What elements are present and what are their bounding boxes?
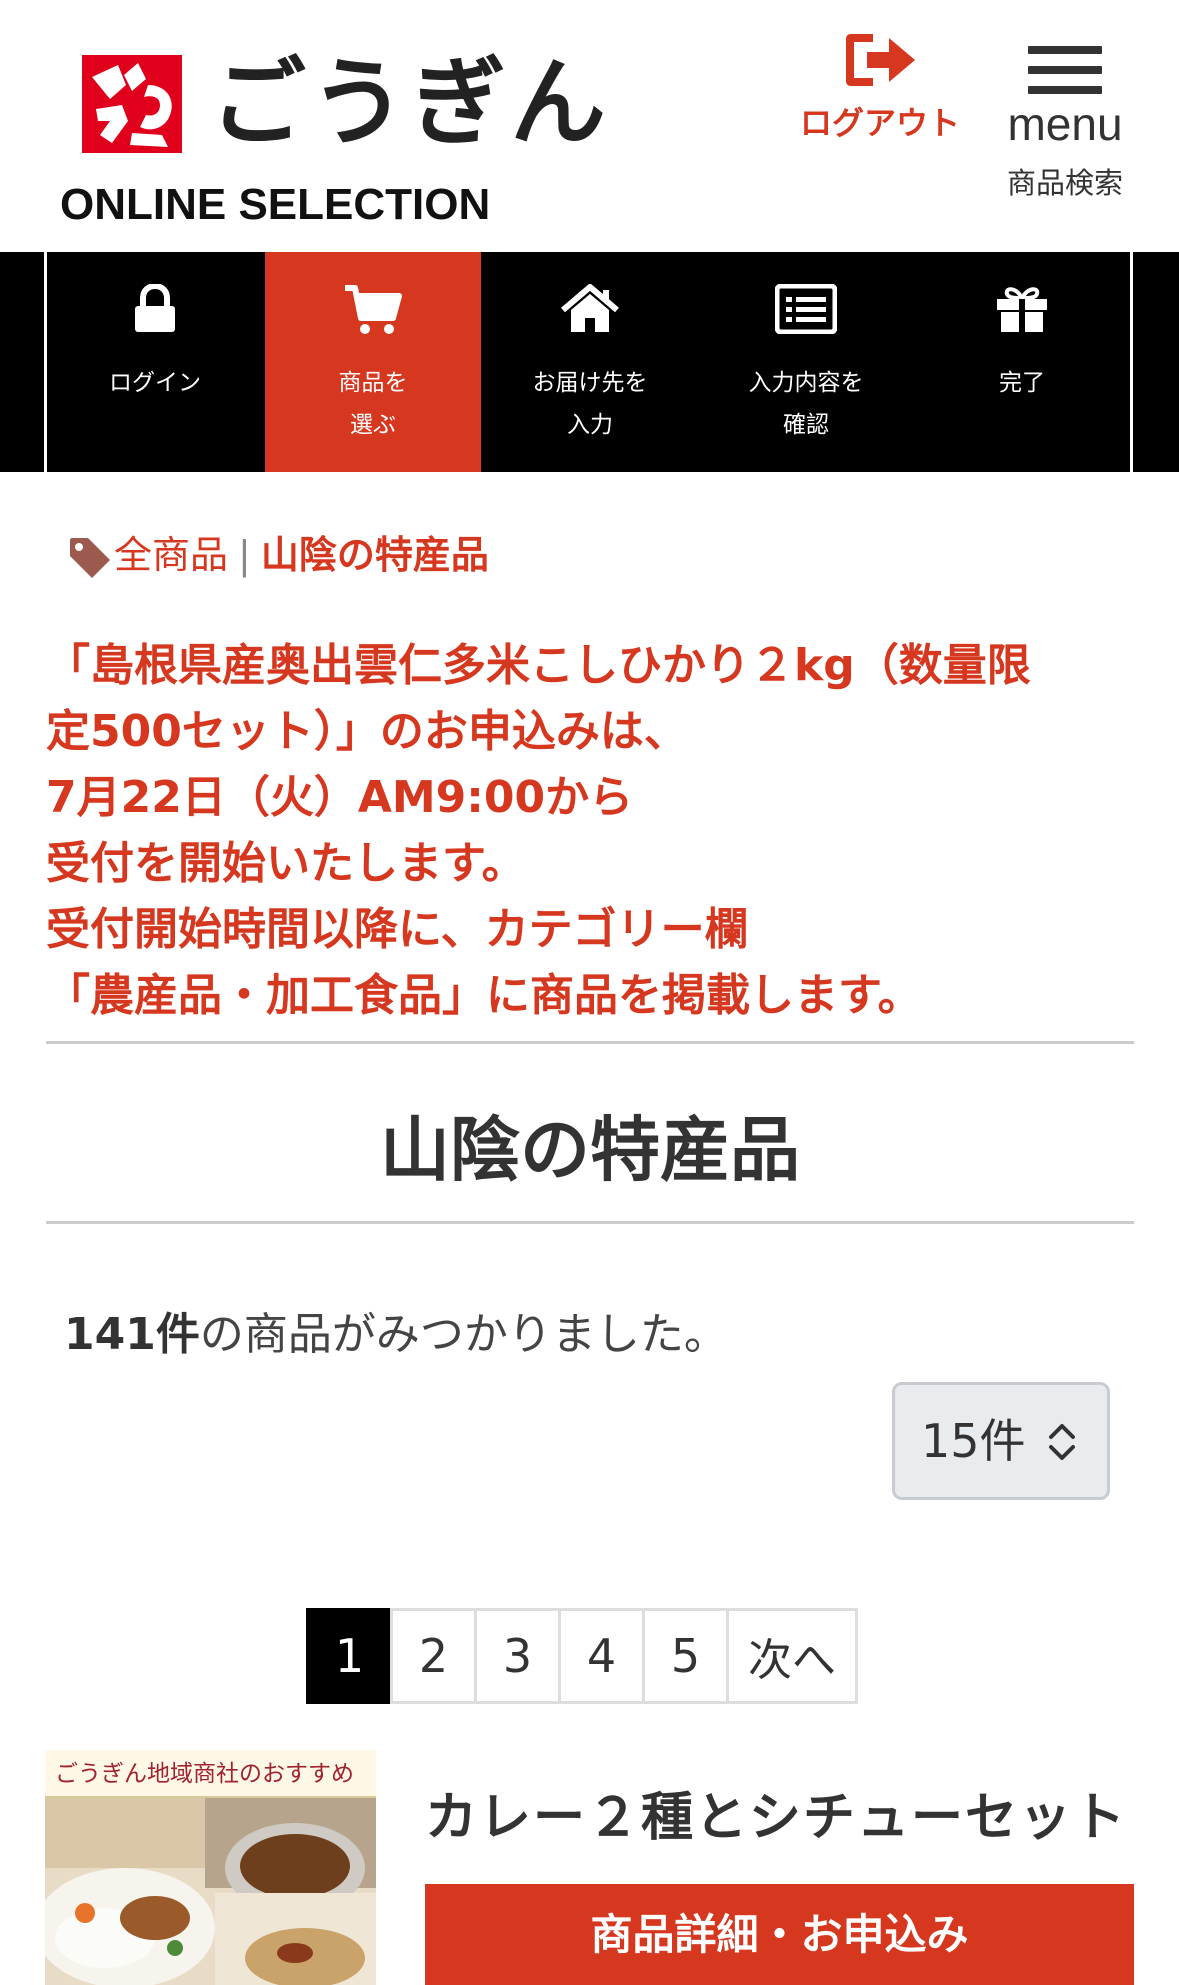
cart-icon [345, 285, 402, 334]
steps-divider-right [1130, 252, 1133, 472]
step-confirm: 入力内容を 確認 [698, 252, 914, 472]
result-count-number: 141件 [64, 1309, 200, 1360]
home-icon [561, 284, 619, 332]
per-page-value: 15件 [921, 1414, 1026, 1468]
site-header: ごうぎん ONLINE SELECTION ログアウト menu 商品検索 [0, 0, 1179, 252]
step-complete-label: 完了 [999, 370, 1045, 396]
step-delivery-label-line2: 入力 [567, 412, 613, 438]
notice-message: 「島根県産奥出雲仁多米こしひかり２kg（数量限 定500セット）」のお申込みは、… [46, 633, 1146, 1029]
menu-sub-label: 商品検索 [1006, 166, 1123, 200]
notice-line: 定500セット）」のお申込みは、 [46, 706, 688, 757]
page-link-3[interactable]: 3 [474, 1608, 561, 1704]
step-delivery-label-line1: お届け先を [532, 370, 648, 396]
brand-name: ごうぎん [210, 47, 610, 159]
page-title: 山陰の特産品 [380, 1109, 800, 1191]
notice-line: 「農産品・加工食品」に商品を掲載します。 [46, 970, 922, 1021]
logout-label: ログアウト [799, 104, 960, 142]
brand-subtitle: ONLINE SELECTION [60, 180, 491, 229]
menu-button[interactable]: menu 商品検索 [995, 40, 1135, 210]
page-link-1[interactable]: 1 [306, 1608, 393, 1704]
result-count-suffix: の商品がみつかりました。 [199, 1309, 728, 1360]
product-image-banner: ごうぎん地域商社のおすすめ [45, 1750, 376, 1798]
breadcrumb: 全商品 | 山陰の特産品 [68, 525, 489, 585]
divider [46, 1041, 1134, 1044]
step-confirm-label-line1: 入力内容を [748, 370, 864, 396]
notice-line: 受付を開始いたします。 [46, 838, 526, 889]
step-select-label-line1: 商品を [338, 370, 408, 396]
tag-icon [70, 537, 110, 578]
menu-label: menu [1007, 98, 1123, 150]
list-icon [775, 284, 837, 334]
select-arrows-icon [1049, 1424, 1075, 1460]
step-complete: 完了 [914, 252, 1130, 472]
breadcrumb-separator: | [238, 533, 251, 577]
logout-icon [846, 34, 915, 86]
product-image[interactable]: ごうぎん地域商社のおすすめ [45, 1750, 376, 1985]
divider [46, 1221, 1134, 1224]
per-page-select[interactable]: 15件 [892, 1382, 1110, 1500]
step-login-label: ログイン [109, 370, 201, 396]
gift-icon [997, 287, 1047, 332]
hamburger-icon [1028, 46, 1102, 94]
notice-line: 受付開始時間以降に、カテゴリー欄 [46, 904, 749, 955]
breadcrumb-all-products[interactable]: 全商品 [114, 533, 228, 577]
product-name[interactable]: カレー２種とシチューセット [425, 1783, 1127, 1853]
page-next-link[interactable]: 次へ [726, 1608, 858, 1704]
food-photo-icon [45, 1798, 376, 1985]
page-link-5[interactable]: 5 [642, 1608, 729, 1704]
pagination: 1 2 3 4 5 次へ [306, 1608, 858, 1704]
checkout-steps-bar: ログイン 商品を 選ぶ お届け先を 入力 入力内容を 確認 完了 [0, 252, 1179, 472]
result-count: 141件の商品がみつかりました。 [64, 1300, 728, 1370]
step-delivery-address: お届け先を 入力 [482, 252, 698, 472]
logout-button[interactable]: ログアウト [790, 30, 970, 150]
breadcrumb-current: 山陰の特産品 [260, 533, 489, 577]
step-select-label-line2: 選ぶ [350, 412, 396, 438]
product-detail-apply-button[interactable]: 商品詳細・お申込み [425, 1884, 1134, 1985]
logo-mark-icon[interactable] [82, 55, 182, 153]
step-select-products: 商品を 選ぶ [265, 252, 481, 472]
notice-line: 「島根県産奥出雲仁多米こしひかり２kg（数量限 [46, 640, 1031, 691]
lock-icon [135, 284, 175, 332]
step-login: ログイン [47, 252, 263, 472]
notice-line: 7月22日（火）AM9:00から [46, 772, 634, 823]
step-confirm-label-line2: 確認 [783, 412, 829, 438]
page-link-4[interactable]: 4 [558, 1608, 645, 1704]
page-link-2[interactable]: 2 [390, 1608, 477, 1704]
